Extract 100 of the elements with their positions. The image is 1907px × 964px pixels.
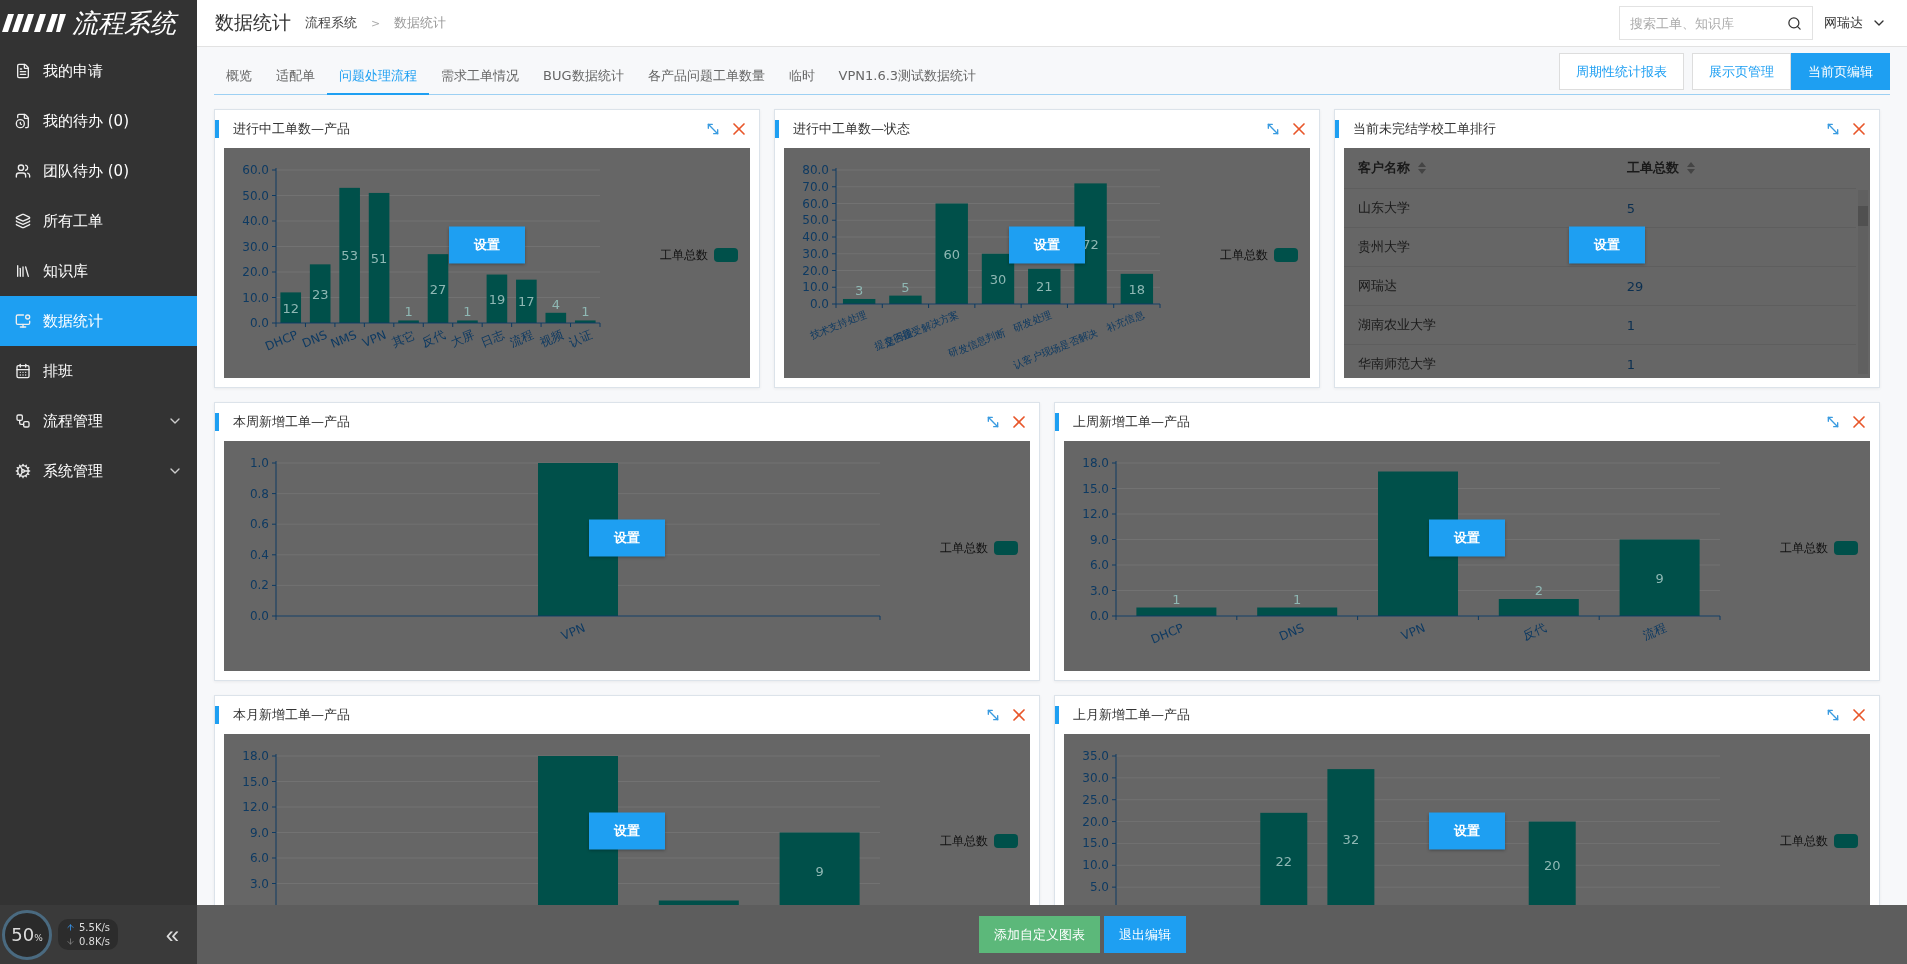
axis-label: 其它 [390, 327, 418, 350]
chart-legend[interactable]: 工单总数 [1220, 248, 1298, 262]
document-clock-icon [15, 113, 31, 129]
axis-label: 技术支持处理 [808, 308, 868, 342]
settings-button[interactable]: 设置 [1429, 519, 1505, 557]
table-cell: 5 [1626, 200, 1635, 216]
axis-label: 研发信息判断 [947, 326, 1007, 360]
axis-label: 9.0 [1089, 532, 1109, 547]
gear-icon [15, 463, 31, 479]
tab[interactable]: BUG数据统计 [531, 58, 636, 95]
bar-value-label: 1 [1172, 591, 1181, 607]
exit-edit-button[interactable]: 退出编辑 [1103, 916, 1186, 953]
axis-label: NMS [328, 327, 359, 351]
collapse-button[interactable]: « [155, 920, 189, 949]
axis-label: VPN [559, 620, 588, 643]
column-title: 工单总数 [1626, 159, 1679, 177]
sidebar-item[interactable]: 我的待办 (0) [0, 96, 197, 146]
table-cell: 山东大学 [1358, 200, 1410, 215]
settings-button[interactable]: 设置 [589, 519, 665, 557]
sidebar-item[interactable]: 数据统计 [0, 296, 197, 346]
download-arrow-icon [66, 937, 75, 946]
column-header[interactable]: 客户名称 [1344, 148, 1613, 189]
axis-label: 流程 [508, 327, 536, 350]
sidebar-item[interactable]: 我的申请 [0, 46, 197, 96]
tab[interactable]: 问题处理流程 [327, 58, 429, 95]
add-chart-button[interactable]: 添加自定义图表 [978, 916, 1100, 953]
axis-label: 反代 [1520, 620, 1548, 643]
axis-label: 30.0 [242, 239, 269, 254]
axis-label: 20.0 [802, 263, 829, 278]
axis-label: 0.0 [249, 316, 269, 330]
breadcrumb-link[interactable]: 数据统计 [394, 14, 447, 32]
sidebar-item[interactable]: 所有工单 [0, 196, 197, 246]
tab[interactable]: 各产品问题工单数量 [635, 58, 777, 95]
resize-icon[interactable] [985, 414, 1001, 430]
search-field[interactable]: 搜索工单、知识库 [1619, 6, 1813, 40]
sort-icon[interactable] [1418, 162, 1426, 174]
axis-label: 50.0 [242, 188, 269, 203]
bar-value-label: 21 [1036, 279, 1053, 295]
sidebar-item[interactable]: 知识库 [0, 246, 197, 296]
bar-value-label: 3 [855, 283, 864, 298]
sort-icon[interactable] [1686, 162, 1695, 174]
page-title: 数据统计 [215, 10, 291, 35]
tab[interactable]: 需求工单情况 [429, 58, 531, 95]
legend-label: 工单总数 [1220, 248, 1268, 262]
chart-legend[interactable]: 工单总数 [660, 248, 738, 262]
column-header[interactable]: 工单总数 [1612, 148, 1856, 189]
legend-label: 工单总数 [1780, 834, 1828, 848]
user-menu[interactable]: 网瑞达 [1824, 14, 1887, 32]
sidebar-item[interactable]: 排班 [0, 346, 197, 396]
axis-label: 35.0 [1082, 749, 1109, 763]
axis-label: 40.0 [802, 230, 829, 244]
axis-label: VPN [1399, 620, 1428, 643]
settings-button[interactable]: 设置 [589, 812, 665, 850]
axis-label: 30.0 [1082, 770, 1109, 785]
axis-label: 流程 [1641, 620, 1669, 643]
axis-label: 1.0 [249, 456, 269, 470]
resize-icon[interactable] [1265, 121, 1281, 137]
action-button[interactable]: 展示页管理 [1692, 53, 1791, 90]
download-speed: 0.8K/s [79, 936, 111, 947]
settings-button[interactable]: 设置 [1009, 226, 1085, 264]
tab[interactable]: 适配单 [264, 58, 327, 95]
chart-legend[interactable]: 工单总数 [940, 541, 1018, 555]
legend-label: 工单总数 [940, 541, 988, 555]
settings-button[interactable]: 设置 [1569, 226, 1645, 264]
axis-label: 60.0 [802, 196, 829, 211]
chart-legend[interactable]: 工单总数 [940, 834, 1018, 848]
card-title: 进行中工单数—状态 [793, 120, 911, 138]
chart-legend[interactable]: 工单总数 [1780, 834, 1858, 848]
tab[interactable]: 概览 [214, 58, 264, 95]
axis-label: DNS [300, 327, 330, 351]
sidebar-item[interactable]: 团队待办 (0) [0, 146, 197, 196]
bar-value-label: 1 [581, 304, 590, 320]
upload-speed: 5.5K/s [79, 922, 111, 933]
sidebar-item[interactable]: 系统管理 [0, 446, 197, 496]
tab[interactable]: VPN1.6.3测试数据统计 [826, 58, 989, 95]
axis-label: 15.0 [242, 774, 269, 789]
bar-value-label: 5 [901, 279, 910, 295]
axis-label: 18.0 [242, 749, 269, 763]
action-button[interactable]: 当前页编辑 [1791, 53, 1890, 90]
axis-label: 25.0 [1082, 792, 1109, 807]
layers-icon [15, 213, 31, 229]
settings-button[interactable]: 设置 [449, 226, 525, 264]
resize-icon[interactable] [705, 121, 721, 137]
bar-value-label: 22 [1275, 853, 1293, 869]
axis-label: 0.0 [809, 297, 829, 311]
resize-icon[interactable] [1825, 707, 1841, 723]
bar-value-label: 23 [311, 286, 329, 302]
breadcrumb-link[interactable]: 流程系统 [305, 14, 357, 32]
resize-icon[interactable] [1825, 414, 1841, 430]
action-button[interactable]: 周期性统计报表 [1559, 53, 1684, 90]
axis-label: 视频 [537, 327, 565, 350]
bar-value-label: 30 [989, 271, 1007, 287]
settings-button[interactable]: 设置 [1429, 812, 1505, 850]
tab[interactable]: 临时 [776, 58, 827, 95]
resize-icon[interactable] [1825, 121, 1841, 137]
sidebar-item[interactable]: 流程管理 [0, 396, 197, 446]
chart-legend[interactable]: 工单总数 [1780, 541, 1858, 555]
axis-label: DNS [1277, 620, 1307, 644]
resize-icon[interactable] [985, 707, 1001, 723]
table-cell: 1 [1626, 317, 1635, 333]
